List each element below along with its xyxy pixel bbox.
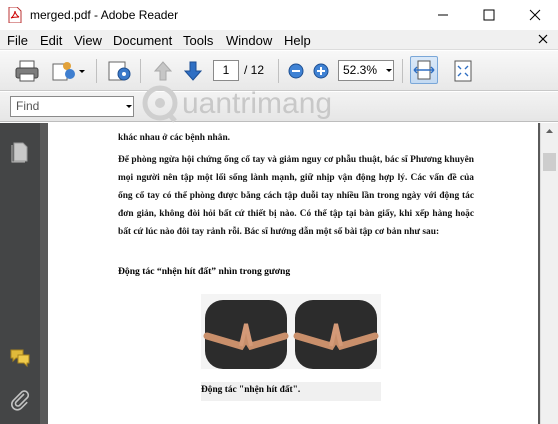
fit-page-icon[interactable]: [450, 58, 476, 84]
menu-document[interactable]: Document: [113, 33, 172, 48]
menu-help[interactable]: Help: [284, 33, 311, 48]
watermark-text: uantrimang: [182, 87, 333, 120]
page-total: / 12: [244, 63, 265, 77]
title-bar: merged.pdf - Adobe Reader: [0, 0, 558, 30]
find-input[interactable]: Find: [10, 96, 134, 117]
watermark-logo: uantrimang: [140, 83, 332, 125]
document-viewer[interactable]: khác nhau ở các bệnh nhân. Để phòng ngừa…: [40, 123, 540, 424]
find-dropdown-icon[interactable]: [124, 96, 134, 117]
fit-width-button[interactable]: [410, 56, 438, 84]
document-heading: Động tác “nhện hít đất” nhìn trong gương: [118, 266, 291, 277]
zoom-in-icon[interactable]: [311, 58, 331, 84]
menu-tools[interactable]: Tools: [183, 33, 213, 48]
scrollbar-thumb[interactable]: [543, 153, 556, 171]
close-icon[interactable]: [512, 0, 558, 30]
close-document-icon[interactable]: [536, 32, 550, 46]
exercise-photo-illustration: [201, 294, 381, 369]
zoom-dropdown-icon[interactable]: [384, 60, 394, 81]
vertical-scrollbar[interactable]: [540, 123, 558, 424]
navigation-pane: [0, 123, 40, 424]
next-page-icon[interactable]: [180, 58, 206, 84]
page-number-input[interactable]: 1: [213, 60, 239, 81]
menu-view[interactable]: View: [74, 33, 102, 48]
toolbar-separator: [402, 59, 403, 83]
attachments-paperclip-icon[interactable]: [8, 388, 32, 412]
toolbar-separator: [140, 59, 141, 83]
minimize-icon[interactable]: [420, 0, 466, 30]
scroll-up-icon[interactable]: [541, 123, 558, 140]
pdf-page: khác nhau ở các bệnh nhân. Để phòng ngừa…: [48, 123, 538, 424]
menu-bar: File Edit View Document Tools Window Hel…: [0, 30, 558, 50]
fit-width-icon: [413, 60, 435, 80]
document-paragraph: Để phòng ngừa hội chứng ống cổ tay và gi…: [118, 155, 474, 237]
collaborate-dropdown-icon[interactable]: [76, 58, 88, 84]
print-icon[interactable]: [14, 58, 40, 84]
exercise-photo: [201, 294, 381, 369]
document-line-top: khác nhau ở các bệnh nhân.: [118, 133, 231, 143]
collaborate-icon[interactable]: [50, 58, 76, 84]
previous-page-icon[interactable]: [150, 58, 176, 84]
menu-window[interactable]: Window: [226, 33, 272, 48]
maximize-icon[interactable]: [466, 0, 512, 30]
settings-gear-icon[interactable]: [106, 58, 132, 84]
toolbar-separator: [96, 59, 97, 83]
pages-icon[interactable]: [8, 140, 32, 164]
toolbar-separator: [278, 59, 279, 83]
watermark-q-icon: [142, 85, 178, 123]
pdf-file-icon: [8, 7, 22, 23]
menu-file[interactable]: File: [7, 33, 28, 48]
window-title: merged.pdf - Adobe Reader: [30, 8, 179, 22]
comments-icon[interactable]: [8, 345, 32, 369]
zoom-out-icon[interactable]: [286, 58, 306, 84]
photo-caption: Động tác "nhện hít đất".: [201, 385, 301, 395]
menu-edit[interactable]: Edit: [40, 33, 62, 48]
